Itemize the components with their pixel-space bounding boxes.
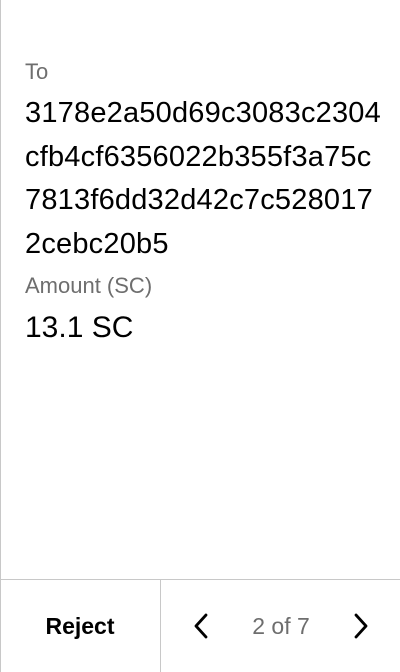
page-indicator: 2 of 7 <box>252 612 310 639</box>
recipient-address: 3178e2a50d69c3083c2304cfb4cf6356022b355f… <box>25 97 381 260</box>
previous-page-button[interactable] <box>181 606 221 646</box>
chevron-left-icon <box>194 613 208 639</box>
amount-value: 13.1 SC <box>25 311 134 344</box>
left-border <box>0 0 1 672</box>
reject-button[interactable]: Reject <box>0 580 160 672</box>
action-footer: Reject 2 of 7 <box>0 579 400 672</box>
next-page-button[interactable] <box>341 606 381 646</box>
chevron-right-icon <box>354 613 368 639</box>
amount-label: Amount (SC) <box>25 273 153 298</box>
pager: 2 of 7 <box>161 580 400 672</box>
recipient-label: To <box>25 59 49 84</box>
transaction-details: To 3178e2a50d69c3083c2304cfb4cf6356022b3… <box>25 58 385 348</box>
